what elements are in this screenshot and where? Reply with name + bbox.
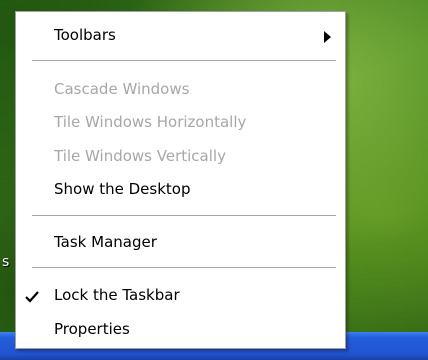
menu-item-label: Cascade Windows [54,80,190,98]
taskbar-context-menu: Toolbars Cascade Windows Tile Windows Ho… [15,11,346,349]
menu-separator [32,60,336,61]
chevron-right-icon [324,31,331,43]
menu-item-cascade-windows[interactable]: Cascade Windows [16,76,345,104]
menu-item-lock-the-taskbar[interactable]: Lock the Taskbar [16,282,345,310]
menu-item-label: Lock the Taskbar [54,286,180,304]
menu-item-task-manager[interactable]: Task Manager [16,229,345,257]
menu-item-label: Show the Desktop [54,180,191,198]
menu-separator [32,215,336,216]
menu-separator [32,267,336,268]
menu-item-properties[interactable]: Properties [16,316,345,344]
menu-item-tile-windows-horizontally[interactable]: Tile Windows Horizontally [16,109,345,137]
menu-item-label: Task Manager [54,233,157,251]
checkmark-icon [25,291,39,303]
menu-item-label: Toolbars [54,26,116,44]
menu-item-label: Tile Windows Vertically [54,147,226,165]
menu-item-tile-windows-vertically[interactable]: Tile Windows Vertically [16,143,345,171]
menu-item-toolbars[interactable]: Toolbars [16,22,345,50]
menu-item-label: Properties [54,320,130,338]
menu-item-label: Tile Windows Horizontally [54,113,247,131]
desktop-icon-label-fragment: s [2,254,10,270]
menu-item-show-the-desktop[interactable]: Show the Desktop [16,176,345,204]
